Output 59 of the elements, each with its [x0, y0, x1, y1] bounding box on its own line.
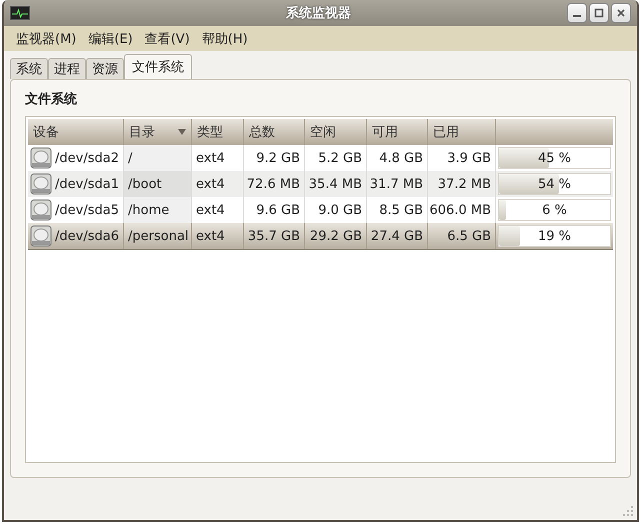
- table-cell: 35.4 MB: [308, 176, 362, 192]
- table-cell: /dev/sda6: [55, 228, 119, 244]
- column-header[interactable]: 设备: [28, 119, 124, 145]
- column-header[interactable]: 已用: [428, 119, 496, 145]
- table-cell: /boot: [128, 176, 162, 192]
- usage-percent: 6 %: [541, 202, 568, 220]
- table-cell: 606.0 MB: [430, 202, 491, 218]
- table-cell: 72.6 MB: [246, 176, 300, 192]
- window-title: 系统监视器: [285, 4, 351, 22]
- table-cell: 27.4 GB: [370, 228, 423, 244]
- table-cell: 8.5 GB: [379, 202, 423, 218]
- table-row[interactable]: /dev/sda6 /personal ext4 35.7 GB 29.2 GB 27.4 GB 6.5 GB 19 %: [28, 223, 613, 250]
- table-cell: 9.2 GB: [256, 150, 300, 166]
- table-cell: /dev/sda5: [55, 202, 119, 218]
- table-cell: /: [128, 150, 132, 166]
- table-cell: /personal: [128, 228, 189, 244]
- column-header[interactable]: 空闲: [305, 119, 367, 145]
- table-cell: 29.2 GB: [310, 228, 362, 244]
- column-header[interactable]: 总数: [244, 119, 305, 145]
- minimize-icon: [573, 15, 581, 17]
- table-cell: 35.7 GB: [248, 228, 300, 244]
- table-cell: 3.9 GB: [447, 150, 491, 166]
- table-cell: /dev/sda1: [55, 176, 119, 192]
- section-title: 文件系统: [25, 90, 78, 108]
- tab[interactable]: 资源: [86, 58, 124, 79]
- table-cell: 5.2 GB: [318, 150, 362, 166]
- table-cell: ext4: [196, 202, 225, 218]
- column-header[interactable]: 类型: [192, 119, 244, 145]
- table-cell: ext4: [196, 228, 225, 244]
- table-cell: /dev/sda2: [55, 150, 119, 166]
- tab[interactable]: 进程: [48, 58, 86, 79]
- maximize-button[interactable]: [589, 3, 609, 23]
- table-row[interactable]: /dev/sda1 /boot ext4 72.6 MB 35.4 MB 31.7 MB 37.2 MB 54 %: [28, 171, 613, 197]
- monitor-icon: [10, 6, 30, 20]
- usage-percent: 54 %: [536, 176, 572, 194]
- close-button[interactable]: [611, 3, 631, 23]
- menu-item[interactable]: 帮助(H): [196, 30, 254, 48]
- tab[interactable]: 系统: [10, 58, 48, 79]
- tab[interactable]: 文件系统: [124, 54, 192, 79]
- close-icon: [616, 8, 626, 18]
- menu-item[interactable]: 监视器(M): [10, 30, 82, 48]
- maximize-icon: [594, 8, 604, 18]
- usage-percent: 45 %: [536, 150, 572, 168]
- table-cell: 37.2 MB: [438, 176, 491, 192]
- table-cell: 31.7 MB: [370, 176, 423, 192]
- column-header[interactable]: 目录: [124, 119, 192, 145]
- menu-item[interactable]: 编辑(E): [82, 30, 139, 48]
- table-cell: 4.8 GB: [379, 150, 423, 166]
- table-cell: ext4: [196, 150, 225, 166]
- usage-percent: 19 %: [536, 228, 572, 246]
- table-cell: 6.5 GB: [447, 228, 491, 244]
- minimize-button[interactable]: [567, 3, 587, 23]
- table-cell: ext4: [196, 176, 225, 192]
- table-cell: /home: [128, 202, 170, 218]
- table-cell: 9.0 GB: [318, 202, 362, 218]
- column-header[interactable]: 可用: [367, 119, 428, 145]
- table-cell: 9.6 GB: [256, 202, 300, 218]
- resize-grip-icon[interactable]: [623, 506, 633, 516]
- menu-item[interactable]: 查看(V): [138, 30, 196, 48]
